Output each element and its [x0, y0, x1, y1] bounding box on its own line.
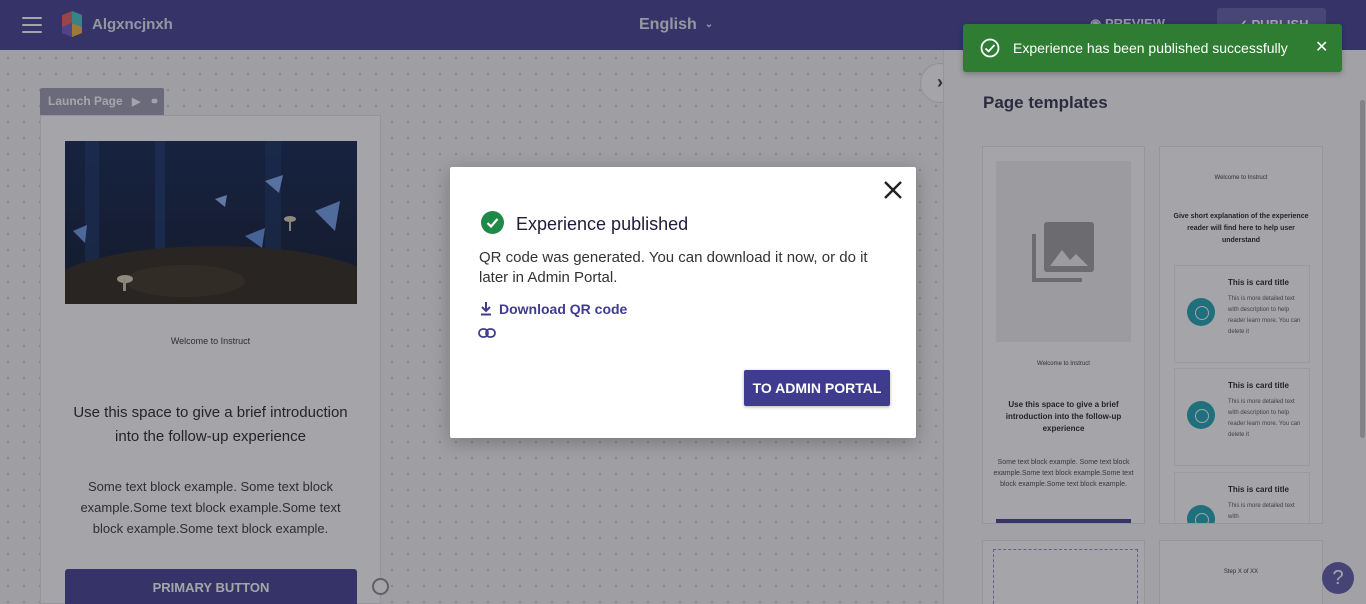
- success-check-icon: [481, 211, 504, 234]
- dialog-message: QR code was generated. You can download …: [479, 249, 868, 286]
- toast-message: Experience has been published successful…: [1013, 40, 1288, 56]
- close-icon[interactable]: [882, 179, 904, 201]
- download-qr-link[interactable]: Download QR code: [479, 301, 627, 317]
- check-circle-icon: [980, 38, 1000, 58]
- copy-link-icon[interactable]: [478, 326, 496, 340]
- close-icon[interactable]: ✕: [1315, 37, 1328, 57]
- dialog-title: Experience published: [516, 214, 689, 234]
- success-toast: Experience has been published successful…: [963, 24, 1342, 72]
- download-qr-label: Download QR code: [499, 301, 628, 317]
- to-admin-portal-button[interactable]: TO ADMIN PORTAL: [744, 370, 890, 406]
- download-icon: [481, 302, 491, 316]
- published-dialog: Experience published QR code was generat…: [450, 167, 916, 438]
